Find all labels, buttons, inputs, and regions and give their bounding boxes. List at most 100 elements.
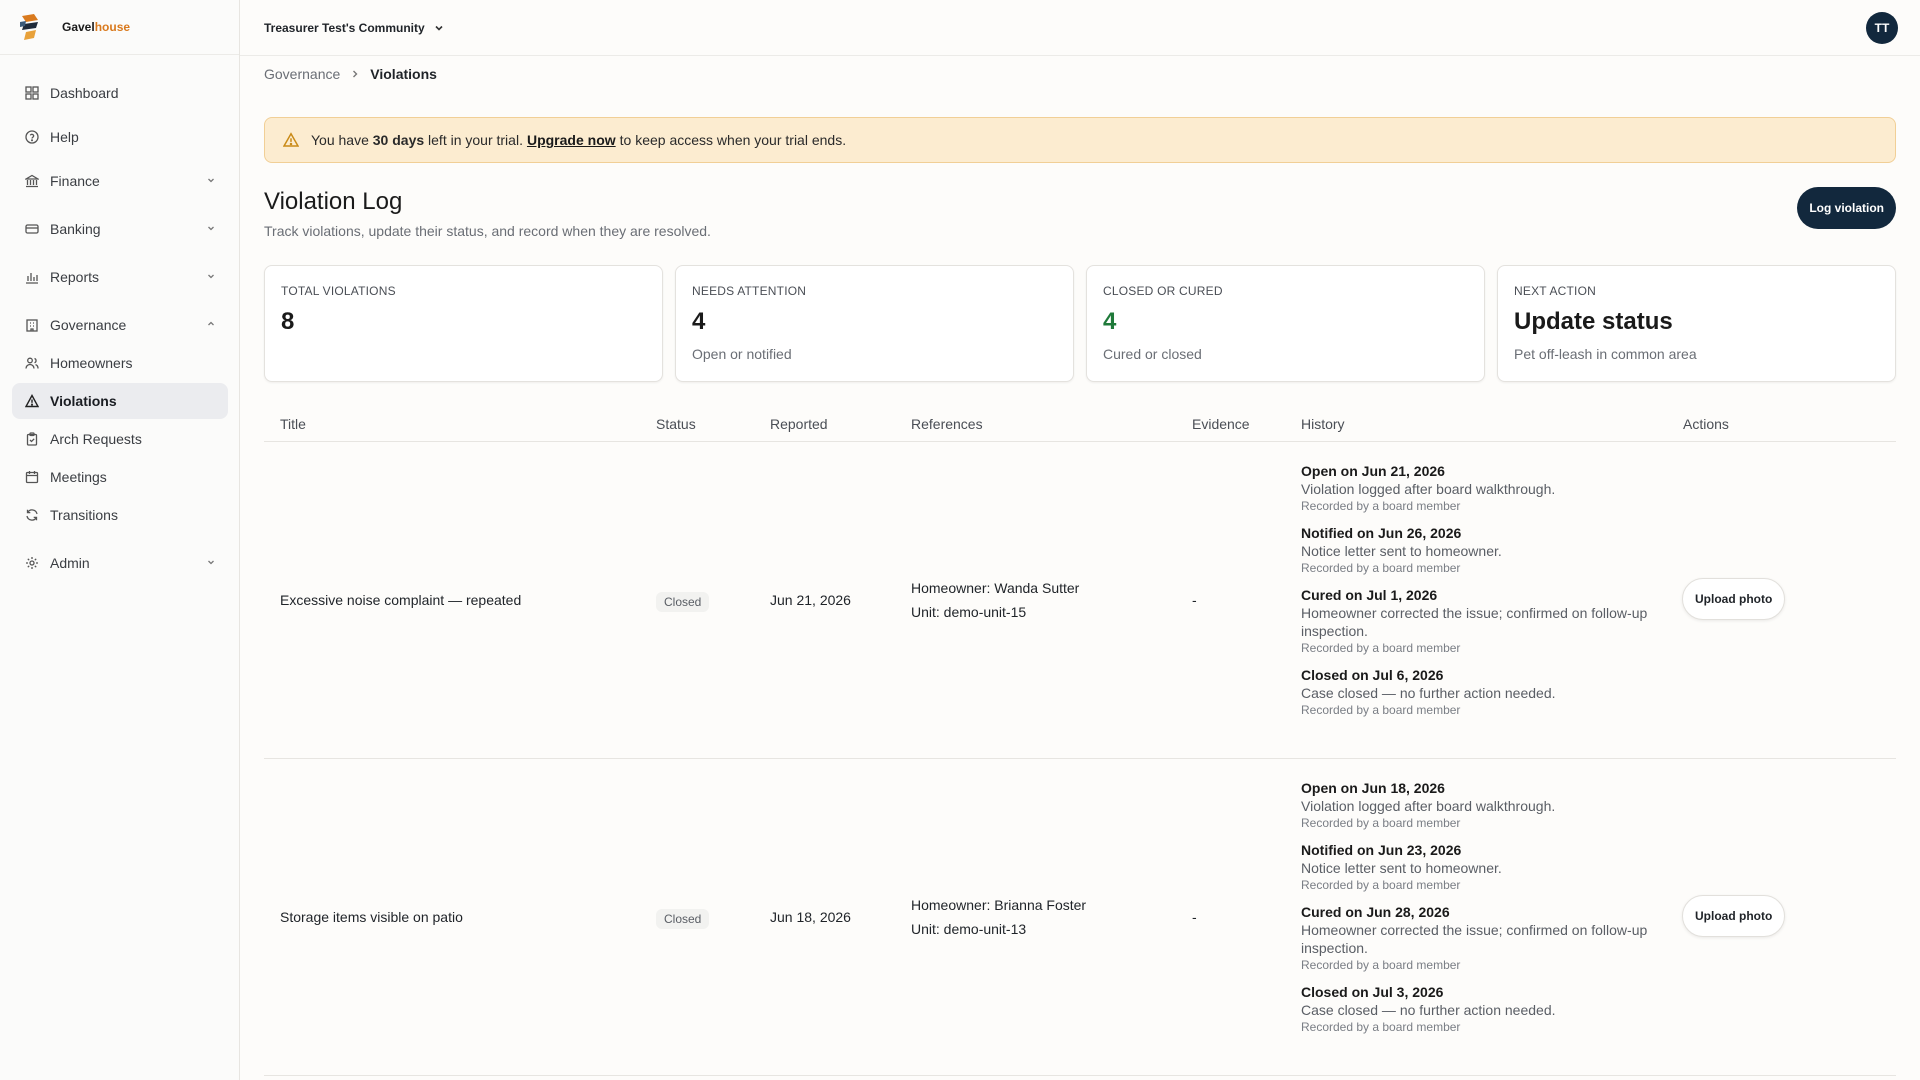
violations-table: Title Status Reported References Evidenc… [264,406,1896,1076]
references: Homeowner: Wanda Sutter Unit: demo-unit-… [911,576,1079,624]
sidebar-item-dashboard[interactable]: Dashboard [12,75,228,111]
history-entry: Cured on Jun 28, 2026 Homeowner correcte… [1301,903,1661,973]
breadcrumb-parent[interactable]: Governance [264,66,340,82]
column-header-references[interactable]: References [911,416,983,432]
grid-icon [24,85,40,101]
stat-cards: TOTAL VIOLATIONS 8 NEEDS ATTENTION 4 Ope… [264,265,1896,382]
sidebar-item-label: Arch Requests [50,431,142,447]
bank-icon [24,173,40,189]
banner-days: 30 days [372,132,425,148]
sidebar-item-meetings[interactable]: Meetings [12,459,228,495]
sidebar-item-label: Finance [50,173,100,189]
history-list: Open on Jun 21, 2026 Violation logged af… [1301,462,1661,728]
trial-banner: You have 30 days left in your trial. Upgr… [264,117,1896,163]
stat-value: Update status [1514,308,1673,335]
history-title: Notified on Jun 26, 2026 [1301,525,1462,541]
sidebar-item-label: Reports [50,269,100,285]
refresh-icon [24,507,40,523]
history-entry: Open on Jun 18, 2026 Violation logged af… [1301,779,1661,831]
history-entry: Open on Jun 21, 2026 Violation logged af… [1301,462,1661,514]
chevron-down-icon [208,560,214,565]
chevron-right-icon [350,69,360,79]
community-name: Treasurer Test's Community [264,20,425,35]
table-row: Storage items visible on patio Closed Ju… [264,759,1896,1076]
warning-icon [24,393,40,409]
column-header-title[interactable]: Title [280,416,306,432]
sidebar-item-label: Meetings [50,469,107,485]
history-recorded-by: Recorded by a board member [1301,703,1461,717]
gavel-logo-icon [20,14,38,40]
history-entry: Notified on Jun 23, 2026 Notice letter s… [1301,841,1661,893]
sidebar-item-reports[interactable]: Reports [12,259,228,295]
stat-label: NEXT ACTION [1514,284,1596,298]
sidebar: Gavelhouse Dashboard Help Finance Bankin… [0,0,240,1080]
log-violation-button[interactable]: Log violation [1797,187,1896,229]
violation-title: Storage items visible on patio [280,909,463,925]
community-switcher[interactable]: Treasurer Test's Community [264,21,445,35]
sidebar-item-governance[interactable]: Governance [12,307,228,343]
unit-ref: Unit: demo-unit-13 [911,921,1027,937]
column-header-actions[interactable]: Actions [1683,416,1729,432]
stat-label: TOTAL VIOLATIONS [281,284,396,298]
sidebar-item-label: Homeowners [50,355,133,371]
history-entry: Cured on Jul 1, 2026 Homeowner corrected… [1301,586,1661,656]
calendar-icon [24,469,40,485]
violation-title: Excessive noise complaint — repeated [280,592,522,608]
column-header-reported[interactable]: Reported [770,416,828,432]
stat-note: Open or notified [692,346,792,362]
building-icon [24,317,40,333]
sidebar-item-transitions[interactable]: Transitions [12,497,228,533]
homeowner-ref: Homeowner: Brianna Foster [911,897,1087,913]
history-description: Violation logged after board walkthrough… [1301,798,1556,814]
status-badge: Closed [656,909,710,929]
table-row: Excessive noise complaint — repeated Clo… [264,442,1896,759]
top-bar: Treasurer Test's Community TT [240,0,1920,56]
history-recorded-by: Recorded by a board member [1301,878,1461,892]
column-header-status[interactable]: Status [656,416,696,432]
homeowner-ref: Homeowner: Wanda Sutter [911,580,1080,596]
history-description: Violation logged after board walkthrough… [1301,481,1556,497]
sidebar-item-label: Transitions [50,507,118,523]
table-header: Title Status Reported References Evidenc… [264,406,1896,442]
history-recorded-by: Recorded by a board member [1301,958,1461,972]
column-header-evidence[interactable]: Evidence [1192,416,1250,432]
column-header-history[interactable]: History [1301,416,1345,432]
upload-photo-button[interactable]: Upload photo [1682,895,1786,937]
sidebar-item-finance[interactable]: Finance [12,163,228,199]
history-description: Homeowner corrected the issue; confirmed… [1301,605,1648,639]
sidebar-item-banking[interactable]: Banking [12,211,228,247]
sidebar-item-violations[interactable]: Violations [12,383,228,419]
references: Homeowner: Brianna Foster Unit: demo-uni… [911,893,1086,941]
logo[interactable]: Gavelhouse [0,0,239,55]
history-entry: Closed on Jul 6, 2026 Case closed — no f… [1301,666,1661,718]
chevron-up-icon [208,321,214,326]
sidebar-item-help[interactable]: Help [12,119,228,155]
history-title: Cured on Jun 28, 2026 [1301,904,1450,920]
reported-date: Jun 21, 2026 [770,592,851,608]
chevron-down-icon [435,25,443,31]
sidebar-item-label: Violations [50,393,117,409]
evidence: - [1192,909,1197,925]
breadcrumb: Governance Violations [264,66,437,82]
history-recorded-by: Recorded by a board member [1301,499,1461,513]
history-title: Closed on Jul 3, 2026 [1301,984,1444,1000]
sidebar-item-arch-requests[interactable]: Arch Requests [12,421,228,457]
reported-date: Jun 18, 2026 [770,909,851,925]
upgrade-link[interactable]: Upgrade now [527,132,616,148]
banner-suffix: to keep access when your trial ends. [619,132,847,148]
sidebar-item-label: Dashboard [50,85,119,101]
users-icon [24,355,40,371]
sidebar-item-label: Help [50,129,79,145]
sidebar-item-admin[interactable]: Admin [12,545,228,581]
warning-icon [283,132,299,147]
chevron-down-icon [208,274,214,279]
stat-note: Pet off-leash in common area [1514,346,1697,362]
logo-text: Gavelhouse [62,20,131,34]
history-entry: Closed on Jul 3, 2026 Case closed — no f… [1301,983,1661,1035]
banner-middle: left in your trial. [428,132,523,148]
stat-value: 4 [692,308,706,335]
upload-photo-button[interactable]: Upload photo [1682,578,1786,620]
bar-chart-icon [24,269,40,285]
sidebar-item-homeowners[interactable]: Homeowners [12,345,228,381]
avatar[interactable]: TT [1866,12,1898,44]
